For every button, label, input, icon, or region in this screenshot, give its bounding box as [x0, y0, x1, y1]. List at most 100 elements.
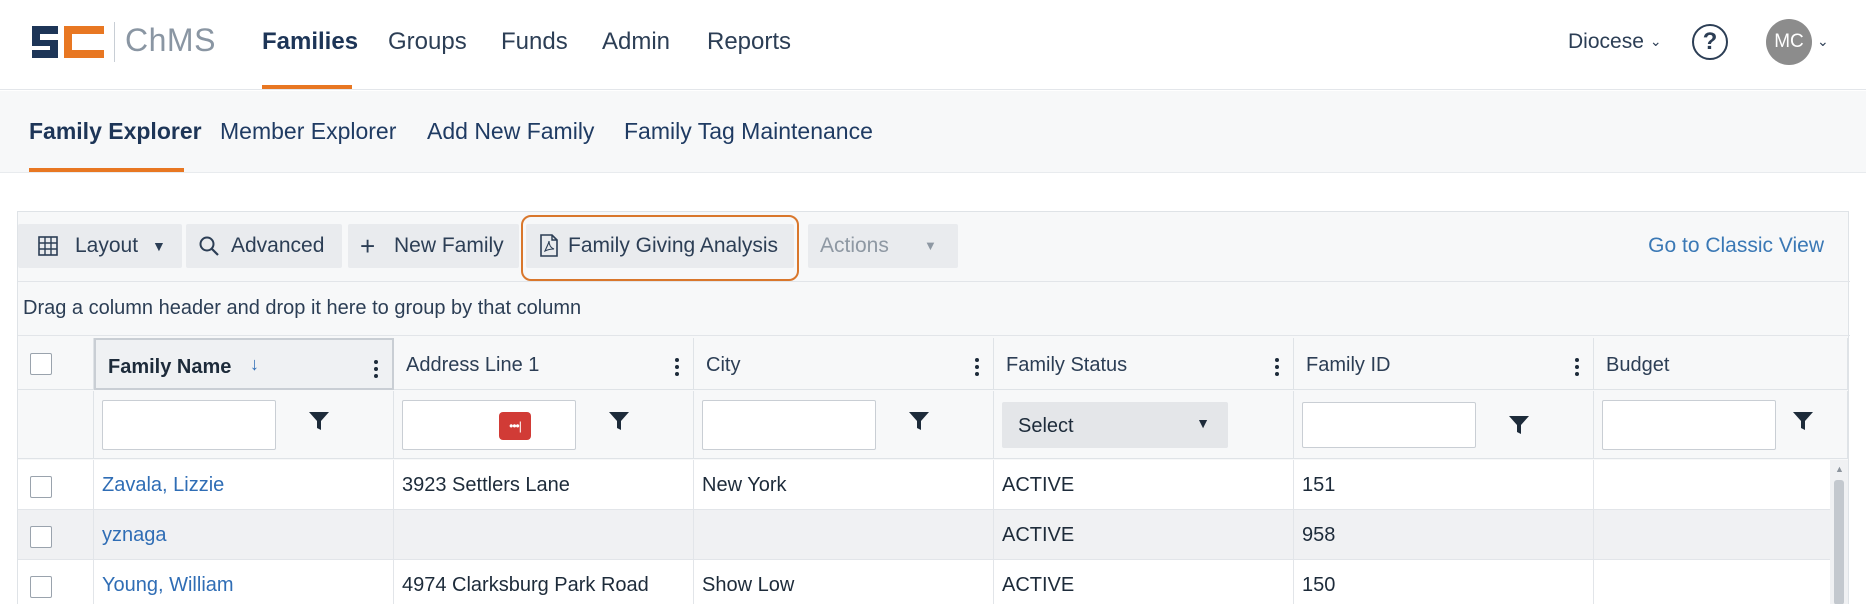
column-header-family-status[interactable]: Family Status [994, 338, 1294, 390]
filter-icon[interactable] [1508, 415, 1530, 435]
layout-button[interactable]: Layout ▼ [18, 224, 182, 268]
family-name-link[interactable]: Zavala, Lizzie [102, 474, 224, 497]
budget-filter-input[interactable] [1602, 400, 1776, 450]
column-menu-icon[interactable] [1275, 358, 1279, 378]
sc-logo-icon[interactable] [28, 20, 108, 64]
row-checkbox[interactable] [30, 526, 52, 548]
column-menu-icon[interactable] [374, 360, 378, 380]
plus-icon: + [360, 231, 376, 261]
filter-cell-family-status: Select ▼ [994, 391, 1294, 459]
budget-cell [1594, 560, 1830, 604]
diocese-label: Diocese [1568, 30, 1644, 53]
filter-icon[interactable] [308, 411, 330, 431]
app-name: ChMS [125, 22, 216, 58]
column-header-family-name[interactable]: Family Name ↓ [94, 338, 394, 390]
new-family-label: New Family [394, 234, 504, 257]
filter-icon[interactable] [1792, 411, 1814, 431]
column-menu-icon[interactable] [1575, 358, 1579, 378]
table-row[interactable]: Zavala, Lizzie 3923 Settlers Lane New Yo… [18, 460, 1830, 510]
nav-admin[interactable]: Admin [602, 28, 670, 56]
column-header-address[interactable]: Address Line 1 [394, 338, 694, 390]
filter-icon[interactable] [608, 411, 630, 431]
table-row[interactable]: yznaga ACTIVE 958 [18, 510, 1830, 560]
nav-groups[interactable]: Groups [388, 28, 467, 56]
city-cell: Show Low [694, 560, 994, 604]
avatar[interactable]: MC [1766, 19, 1812, 65]
address-cell: 4974 Clarksburg Park Road [394, 560, 694, 604]
column-header-family-id[interactable]: Family ID [1294, 338, 1594, 390]
sub-navigation-bar: Family Explorer Member Explorer Add New … [0, 91, 1866, 173]
select-all-header [18, 338, 94, 390]
family-name-filter-input[interactable] [102, 400, 276, 450]
password-manager-icon[interactable]: •••| [499, 412, 531, 440]
status-text: ACTIVE [1002, 524, 1075, 546]
address-cell [394, 510, 694, 560]
budget-cell [1594, 460, 1830, 510]
filter-icon[interactable] [908, 411, 930, 431]
budget-cell [1594, 510, 1830, 560]
address-cell: 3923 Settlers Lane [394, 460, 694, 510]
column-header-city[interactable]: City [694, 338, 994, 390]
city-filter-input[interactable] [702, 400, 876, 450]
scroll-up-icon[interactable]: ▲ [1835, 464, 1844, 474]
family-name-cell[interactable]: yznaga [94, 510, 394, 560]
row-checkbox[interactable] [30, 476, 52, 498]
advanced-button[interactable]: Advanced [186, 224, 342, 268]
filter-cell-budget [1594, 391, 1848, 459]
tab-add-new-family[interactable]: Add New Family [427, 118, 594, 145]
family-id-cell: 151 [1294, 460, 1594, 510]
logo-divider [114, 22, 115, 62]
advanced-label: Advanced [231, 234, 325, 257]
search-icon [199, 236, 219, 256]
scrollbar-thumb[interactable] [1834, 480, 1844, 604]
family-id-text: 958 [1302, 524, 1336, 546]
family-name-link[interactable]: yznaga [102, 524, 167, 547]
select-all-checkbox[interactable] [30, 353, 52, 375]
group-by-drop-area[interactable]: Drag a column header and drop it here to… [18, 283, 1850, 336]
status-cell: ACTIVE [994, 560, 1294, 604]
actions-dropdown[interactable]: Actions ▼ [808, 224, 958, 268]
status-cell: ACTIVE [994, 510, 1294, 560]
nav-funds[interactable]: Funds [501, 28, 568, 56]
address-text: 4974 Clarksburg Park Road [402, 574, 649, 596]
chevron-down-icon: ⌄ [1649, 33, 1662, 49]
row-checkbox[interactable] [30, 576, 52, 598]
tab-family-explorer[interactable]: Family Explorer [29, 118, 202, 145]
nav-families[interactable]: Families [262, 28, 358, 56]
column-menu-icon[interactable] [975, 358, 979, 378]
family-name-link[interactable]: Young, William [102, 574, 234, 597]
family-name-cell[interactable]: Young, William [94, 560, 394, 604]
top-navigation-bar: ChMS Families Groups Funds Admin Reports… [0, 0, 1866, 90]
chevron-down-icon[interactable]: ⌄ [1817, 33, 1829, 50]
tab-member-explorer[interactable]: Member Explorer [220, 118, 396, 145]
city-text: New York [702, 474, 787, 496]
family-id-text: 151 [1302, 474, 1336, 496]
grid-table-icon [38, 236, 58, 256]
address-filter-input[interactable]: •••| [402, 400, 576, 450]
family-name-cell[interactable]: Zavala, Lizzie [94, 460, 394, 510]
filter-cell-empty [18, 391, 94, 459]
row-select-cell [18, 510, 94, 560]
vertical-scrollbar[interactable]: ▲ [1830, 460, 1848, 604]
actions-label: Actions [820, 234, 889, 257]
family-grid-panel: Layout ▼ Advanced + New Family Family Gi… [17, 211, 1850, 604]
row-select-cell [18, 460, 94, 510]
help-icon[interactable]: ? [1692, 24, 1728, 60]
nav-reports[interactable]: Reports [707, 28, 791, 56]
status-text: ACTIVE [1002, 574, 1075, 596]
table-row[interactable]: Young, William 4974 Clarksburg Park Road… [18, 560, 1830, 604]
column-menu-icon[interactable] [675, 358, 679, 378]
new-family-button[interactable]: + New Family [348, 224, 519, 268]
family-id-text: 150 [1302, 574, 1336, 596]
group-by-hint: Drag a column header and drop it here to… [23, 297, 582, 319]
column-label: Budget [1606, 354, 1670, 376]
column-label: Address Line 1 [406, 354, 540, 376]
column-header-budget[interactable]: Budget [1594, 338, 1848, 390]
classic-view-link[interactable]: Go to Classic View [1648, 234, 1824, 258]
diocese-dropdown[interactable]: Diocese ⌄ [1568, 30, 1662, 54]
family-status-select[interactable]: Select ▼ [1002, 402, 1228, 448]
tab-family-tag-maintenance[interactable]: Family Tag Maintenance [624, 118, 873, 145]
family-id-filter-input[interactable] [1302, 402, 1476, 448]
row-select-cell [18, 560, 94, 604]
sort-descending-icon[interactable]: ↓ [250, 354, 259, 375]
